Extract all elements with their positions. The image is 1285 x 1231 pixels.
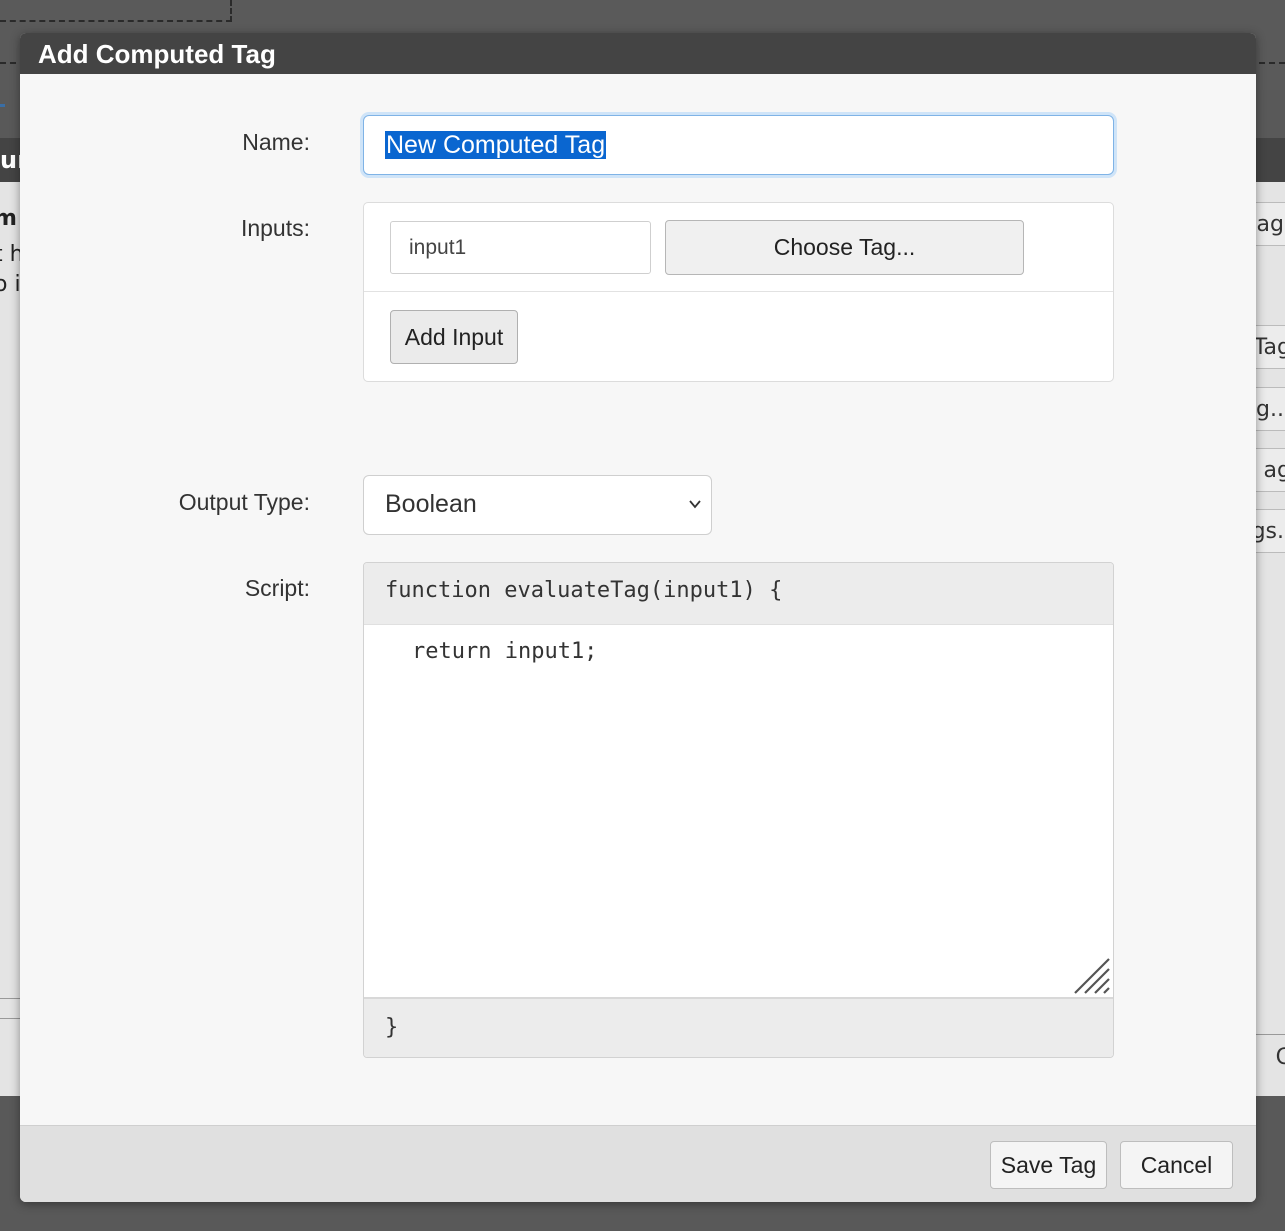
background-link-fragment — [0, 104, 5, 107]
background-divider — [1255, 1034, 1285, 1035]
script-label: Script: — [244, 575, 310, 601]
add-computed-tag-dialog: Add Computed Tag Name: New Computed Tag … — [20, 33, 1256, 1202]
background-text-fragment: m — [0, 206, 17, 231]
background-button-fragment: C — [1275, 1045, 1285, 1070]
background-text-fragment: o i — [0, 272, 21, 297]
cancel-button[interactable]: Cancel — [1120, 1141, 1233, 1189]
background-button-fragment: gs.. — [1251, 509, 1285, 553]
background-button-fragment: g... — [1251, 387, 1285, 431]
inputs-divider — [364, 291, 1113, 292]
script-textarea[interactable]: return input1; — [364, 625, 1113, 997]
input-name-field[interactable]: input1 — [390, 221, 651, 274]
save-tag-button[interactable]: Save Tag — [990, 1141, 1107, 1189]
background-divider — [0, 998, 22, 999]
script-body-text: return input1; — [412, 639, 598, 664]
script-editor: function evaluateTag(input1) { return in… — [363, 562, 1114, 1058]
inputs-panel: input1 Choose Tag... Add Input — [363, 202, 1114, 382]
script-closing-brace: } — [364, 997, 1113, 1057]
name-input-value: New Computed Tag — [385, 131, 607, 159]
inputs-label: Inputs: — [240, 215, 310, 241]
background-dashed-border — [230, 0, 232, 22]
background-button-fragment: ag. — [1251, 202, 1285, 246]
chevron-down-icon — [689, 500, 701, 509]
background-dashed-border — [0, 20, 232, 22]
dialog-footer: Save Tag Cancel — [20, 1125, 1256, 1202]
output-type-select[interactable]: Boolean — [363, 475, 712, 535]
add-input-button[interactable]: Add Input — [390, 310, 518, 364]
output-type-selected-value: Boolean — [385, 490, 477, 518]
script-signature: function evaluateTag(input1) { — [364, 563, 1113, 625]
background-button-fragment: ag — [1251, 448, 1285, 492]
name-label: Name: — [242, 129, 310, 155]
output-type-label: Output Type: — [178, 489, 310, 515]
resize-handle-icon[interactable] — [1073, 957, 1111, 995]
name-input[interactable]: New Computed Tag — [363, 115, 1114, 175]
background-divider — [0, 1018, 22, 1019]
dialog-title: Add Computed Tag — [20, 33, 1256, 74]
choose-tag-button[interactable]: Choose Tag... — [665, 220, 1024, 275]
background-button-fragment: Tag — [1251, 325, 1285, 369]
